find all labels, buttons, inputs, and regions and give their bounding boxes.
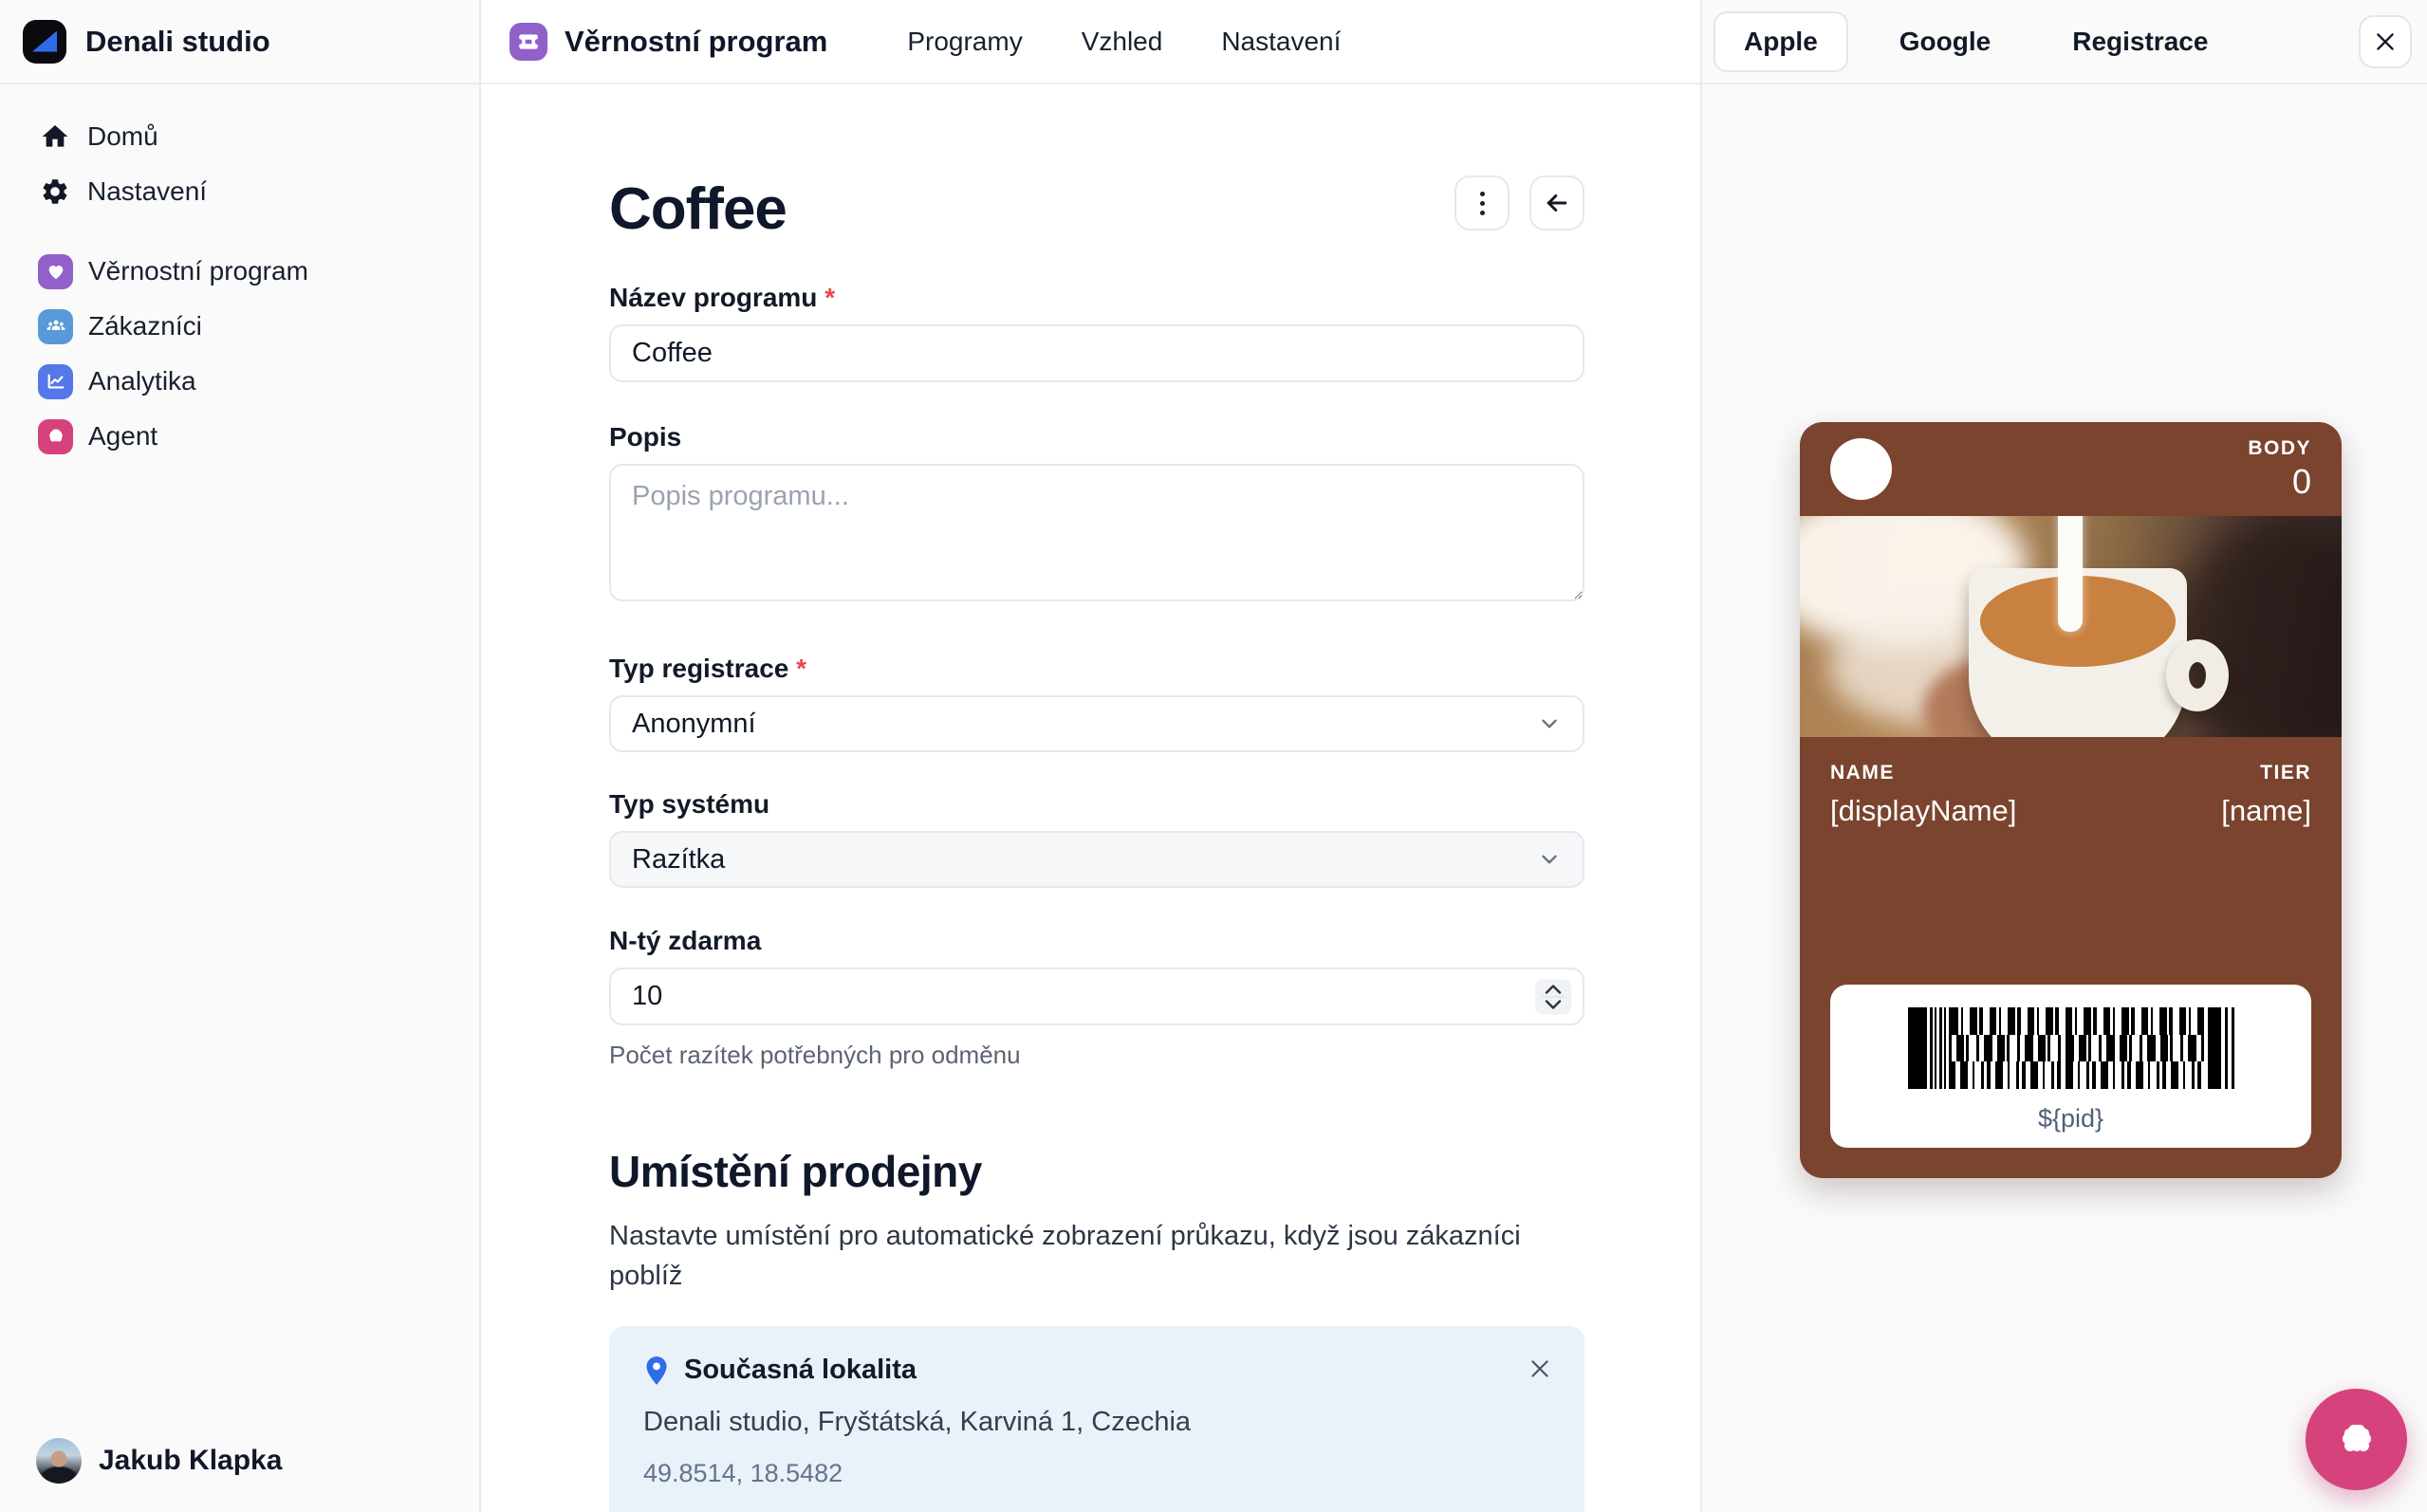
name-label: Název programu * bbox=[609, 283, 1584, 313]
denali-logo-icon bbox=[23, 20, 66, 64]
chevron-down-icon bbox=[1537, 711, 1562, 736]
user-name: Jakub Klapka bbox=[99, 1445, 282, 1477]
location-card-title: Současná lokalita bbox=[684, 1355, 917, 1386]
system-type-value: Razítka bbox=[632, 844, 725, 876]
main-content: Coffee Název programu * Popis Typ regist… bbox=[481, 84, 1700, 1512]
description-textarea[interactable] bbox=[609, 464, 1584, 601]
card-name-field: NAME [displayName] bbox=[1830, 762, 2016, 828]
nav-programs[interactable]: Programy bbox=[907, 27, 1022, 57]
chevron-down-icon bbox=[1537, 847, 1562, 872]
required-asterisk: * bbox=[796, 654, 806, 683]
nth-free-input[interactable] bbox=[609, 968, 1584, 1025]
heart-icon bbox=[38, 254, 73, 289]
sidebar-item-label: Analytika bbox=[88, 366, 196, 396]
wallet-card-preview: BODY 0 NAME [displayName] TIER bbox=[1800, 422, 2342, 1178]
location-card: Současná lokalita Denali studio, Fryštát… bbox=[609, 1326, 1584, 1512]
loyalty-app-icon bbox=[509, 23, 547, 61]
chart-line-icon bbox=[38, 364, 73, 399]
required-asterisk: * bbox=[824, 283, 835, 312]
sidebar-item-agent[interactable]: Agent bbox=[0, 409, 479, 464]
avatar bbox=[36, 1438, 82, 1484]
sidebar-item-home[interactable]: Domů bbox=[0, 109, 479, 164]
sidebar-item-label: Domů bbox=[87, 121, 158, 152]
location-address: Denali studio, Fryštátská, Karviná 1, Cz… bbox=[643, 1407, 1550, 1438]
agent-fab-button[interactable] bbox=[2306, 1389, 2407, 1490]
card-name-value: [displayName] bbox=[1830, 794, 2016, 828]
program-title: Coffee bbox=[609, 175, 787, 243]
nav-appearance[interactable]: Vzhled bbox=[1082, 27, 1163, 57]
close-icon bbox=[1528, 1356, 1552, 1381]
nth-free-help: Počet razítek potřebných pro odměnu bbox=[609, 1041, 1584, 1070]
card-body-label: BODY bbox=[2248, 437, 2311, 460]
brain-icon bbox=[2334, 1417, 2380, 1463]
card-tier-field: TIER [name] bbox=[2221, 762, 2311, 828]
arrow-left-icon bbox=[1543, 189, 1571, 217]
map-pin-icon bbox=[643, 1355, 670, 1386]
location-section-title: Umístění prodejny bbox=[609, 1146, 1584, 1197]
remove-location-button[interactable] bbox=[1528, 1356, 1552, 1386]
tab-google[interactable]: Google bbox=[1869, 11, 2021, 72]
tab-registration[interactable]: Registrace bbox=[2042, 11, 2238, 72]
header-nav: Programy Vzhled Nastavení bbox=[907, 27, 1341, 57]
close-preview-button[interactable] bbox=[2359, 15, 2412, 68]
system-type-label: Typ systému bbox=[609, 789, 1584, 820]
sidebar-item-settings[interactable]: Nastavení bbox=[0, 164, 479, 219]
barcode-panel: ${pid} bbox=[1830, 985, 2311, 1148]
home-icon bbox=[38, 121, 72, 152]
nav-settings[interactable]: Nastavení bbox=[1221, 27, 1341, 57]
close-icon bbox=[2373, 29, 2398, 54]
registration-type-label: Typ registrace * bbox=[609, 654, 1584, 684]
chevron-up-icon bbox=[1545, 984, 1562, 994]
brand-name: Denali studio bbox=[85, 25, 270, 59]
nth-free-label: N-tý zdarma bbox=[609, 926, 1584, 956]
sidebar-item-customers[interactable]: Zákazníci bbox=[0, 299, 479, 354]
number-stepper[interactable] bbox=[1535, 979, 1571, 1014]
sidebar-item-label: Zákazníci bbox=[88, 311, 202, 341]
card-strip-image bbox=[1800, 516, 2342, 737]
system-type-select[interactable]: Razítka bbox=[609, 831, 1584, 888]
registration-type-select[interactable]: Anonymní bbox=[609, 695, 1584, 752]
card-tier-label: TIER bbox=[2221, 762, 2311, 784]
sidebar-item-analytics[interactable]: Analytika bbox=[0, 354, 479, 409]
card-body-value: 0 bbox=[2248, 462, 2311, 502]
sidebar-item-loyalty-program[interactable]: Věrnostní program bbox=[0, 244, 479, 299]
card-name-label: NAME bbox=[1830, 762, 2016, 784]
barcode-text: ${pid} bbox=[2038, 1104, 2103, 1134]
card-logo-placeholder bbox=[1830, 438, 1892, 500]
sidebar-item-label: Agent bbox=[88, 421, 157, 452]
kebab-icon bbox=[1480, 192, 1485, 215]
main-header: Věrnostní program Programy Vzhled Nastav… bbox=[481, 0, 1700, 84]
page-title: Věrnostní program bbox=[565, 25, 827, 59]
card-tier-value: [name] bbox=[2221, 794, 2311, 828]
location-section-description: Nastavte umístění pro automatické zobraz… bbox=[609, 1216, 1539, 1296]
back-button[interactable] bbox=[1529, 175, 1584, 230]
program-name-input[interactable] bbox=[609, 324, 1584, 382]
sidebar-nav: Domů Nastavení Věrnostní program Zák bbox=[0, 84, 479, 464]
preview-panel: Apple Google Registrace BODY 0 bbox=[1700, 0, 2427, 1512]
gear-icon bbox=[38, 176, 72, 207]
location-coordinates: 49.8514, 18.5482 bbox=[643, 1459, 1550, 1488]
chevron-down-icon bbox=[1545, 999, 1562, 1009]
main-column: Věrnostní program Programy Vzhled Nastav… bbox=[481, 0, 1700, 1512]
preview-body: BODY 0 NAME [displayName] TIER bbox=[1702, 84, 2427, 1512]
people-icon bbox=[38, 309, 73, 344]
preview-header: Apple Google Registrace bbox=[1702, 0, 2427, 84]
more-options-button[interactable] bbox=[1454, 175, 1510, 230]
tab-apple[interactable]: Apple bbox=[1714, 11, 1848, 72]
sidebar: Denali studio Domů Nastavení Věrnostní p… bbox=[0, 0, 481, 1512]
barcode-image bbox=[1908, 1007, 2234, 1089]
user-menu[interactable]: Jakub Klapka bbox=[36, 1438, 282, 1484]
registration-type-value: Anonymní bbox=[632, 709, 756, 740]
sidebar-item-label: Věrnostní program bbox=[88, 256, 308, 286]
sidebar-item-label: Nastavení bbox=[87, 176, 207, 207]
description-label: Popis bbox=[609, 422, 1584, 452]
brain-icon bbox=[38, 419, 73, 454]
brand: Denali studio bbox=[0, 0, 479, 84]
